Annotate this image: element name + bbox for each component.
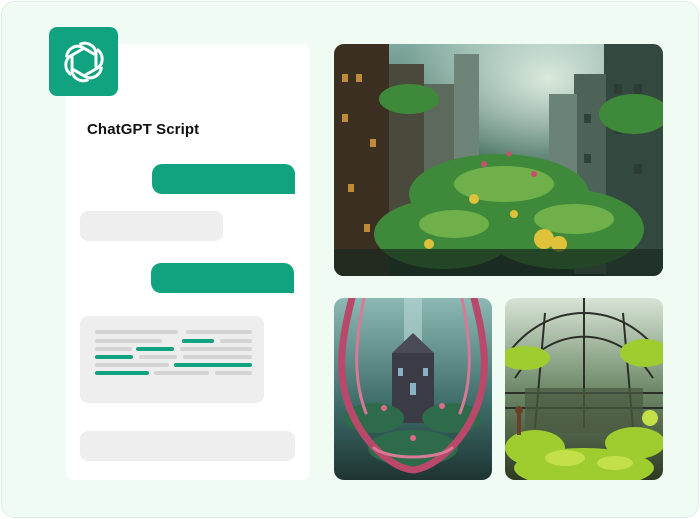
app-logo [49, 27, 118, 96]
text-line-highlight [95, 355, 133, 359]
text-line [95, 330, 178, 334]
mossy-greenhouse-image [505, 298, 663, 480]
user-message-bubble [152, 164, 295, 194]
text-line [220, 339, 252, 343]
message-input-bar[interactable] [80, 431, 295, 461]
organic-portal-image [334, 298, 492, 480]
assistant-message-bubble [80, 211, 223, 241]
text-line-highlight [182, 339, 214, 343]
text-line-highlight [136, 347, 174, 351]
text-line [183, 355, 252, 359]
text-line [95, 347, 132, 351]
text-line-highlight [174, 363, 252, 367]
text-line [186, 330, 252, 334]
chat-card [66, 44, 310, 480]
chat-title: ChatGPT Script [87, 121, 200, 138]
text-line [180, 347, 252, 351]
overgrown-city-image [334, 44, 663, 276]
text-line-highlight [95, 371, 149, 375]
user-message-bubble [151, 263, 294, 293]
text-line [95, 363, 169, 367]
text-line [95, 339, 162, 343]
openai-logo-icon [63, 41, 104, 82]
text-line [215, 371, 252, 375]
text-line [154, 371, 209, 375]
text-line [139, 355, 177, 359]
assistant-script-bubble [80, 316, 264, 403]
